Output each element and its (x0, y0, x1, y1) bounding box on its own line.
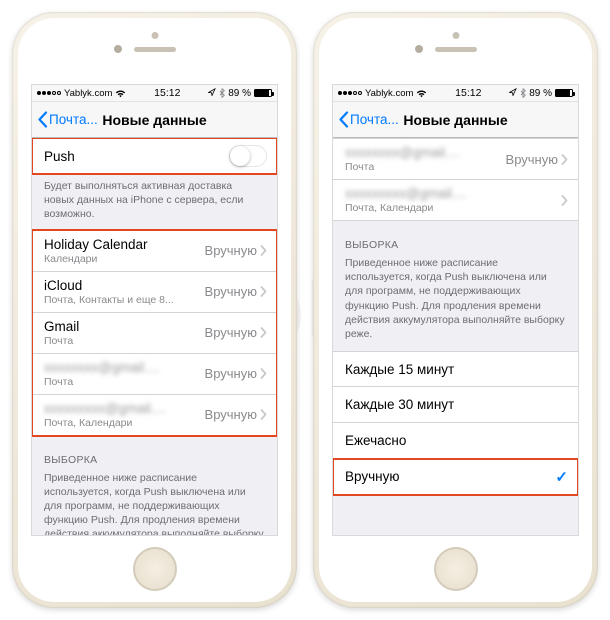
chevron-right-icon (260, 368, 267, 379)
fetch-option-label: Вручную (345, 469, 555, 484)
battery-percent: 89 % (228, 88, 251, 99)
push-cell[interactable]: Push (32, 138, 277, 174)
account-value: Вручную (205, 407, 257, 422)
account-title: xxxxxxxxx@gmail.... (345, 186, 558, 201)
account-value: Вручную (205, 325, 257, 340)
earpiece-speaker (435, 47, 477, 52)
account-title: xxxxxxxx@gmail.... (44, 360, 205, 375)
screen: Yablyk.com 15:12 89 % (31, 84, 278, 536)
account-row[interactable]: xxxxxxxxx@gmail.... Почта, Календари Вру… (32, 395, 277, 436)
carrier-label: Yablyk.com (64, 88, 112, 99)
fetch-header: ВЫБОРКА (32, 436, 277, 471)
signal-strength-icon (338, 91, 362, 95)
chevron-right-icon (260, 245, 267, 256)
battery-icon (555, 89, 573, 97)
account-sub: Почта, Контакты и еще 8... (44, 294, 205, 306)
account-sub: Почта (44, 335, 205, 347)
chevron-right-icon (260, 286, 267, 297)
front-camera (415, 45, 423, 53)
home-button[interactable] (434, 547, 478, 591)
bluetooth-icon (219, 88, 225, 98)
push-label: Push (44, 149, 229, 164)
wifi-icon (115, 89, 126, 98)
push-footer: Будет выполняться активная доставка новы… (32, 174, 277, 230)
checkmark-icon: ✓ (555, 468, 568, 486)
account-row[interactable]: xxxxxxxx@gmail.... Почта Вручную (32, 354, 277, 395)
earpiece-speaker (134, 47, 176, 52)
account-title: xxxxxxxx@gmail.... (345, 145, 506, 160)
clock: 15:12 (430, 87, 506, 99)
content-area: Push Будет выполняться активная доставка… (32, 138, 277, 535)
location-arrow-icon (208, 88, 216, 99)
fetch-option-selected[interactable]: Вручную ✓ (333, 459, 578, 495)
back-button[interactable]: Почта... (338, 111, 399, 128)
back-label: Почта... (350, 112, 399, 127)
chevron-right-icon (561, 195, 568, 206)
content-area: xxxxxxxx@gmail.... Почта Вручную xxxxxxx… (333, 138, 578, 535)
account-title: xxxxxxxxx@gmail.... (44, 401, 205, 416)
back-button[interactable]: Почта... (37, 111, 98, 128)
battery-icon (254, 89, 272, 97)
fetch-option[interactable]: Ежечасно (333, 423, 578, 459)
push-switch[interactable] (229, 145, 267, 167)
account-row[interactable]: xxxxxxxx@gmail.... Почта Вручную (333, 138, 578, 180)
back-label: Почта... (49, 112, 98, 127)
account-sub: Почта (345, 161, 506, 173)
fetch-option[interactable]: Каждые 15 минут (333, 351, 578, 387)
fetch-header: ВЫБОРКА (333, 221, 578, 256)
fetch-option-label: Ежечасно (345, 433, 406, 448)
fetch-footer: Приведенное ниже расписание используется… (32, 471, 277, 535)
clock: 15:12 (129, 87, 205, 99)
account-row[interactable]: Holiday Calendar Календари Вручную (32, 230, 277, 272)
account-sub: Календари (44, 253, 205, 265)
nav-bar: Почта... Новые данные (32, 102, 277, 138)
status-bar: Yablyk.com 15:12 89 % (333, 85, 578, 102)
phone-left: Yablyk.com 15:12 89 % (12, 12, 297, 608)
chevron-right-icon (260, 409, 267, 420)
account-sub: Почта, Календари (44, 417, 205, 429)
fetch-option[interactable]: Каждые 30 минут (333, 387, 578, 423)
account-value: Вручную (506, 152, 558, 167)
battery-percent: 89 % (529, 88, 552, 99)
fetch-footer: Приведенное ниже расписание используется… (333, 256, 578, 351)
carrier-label: Yablyk.com (365, 88, 413, 99)
chevron-right-icon (561, 154, 568, 165)
phone-right: Yablyk.com 15:12 89 % По (313, 12, 598, 608)
wifi-icon (416, 89, 427, 98)
account-row[interactable]: xxxxxxxxx@gmail.... Почта, Календари (333, 180, 578, 221)
proximity-sensor (151, 32, 158, 39)
accounts-group: Holiday Calendar Календари Вручную iClou… (32, 230, 277, 436)
account-title: iCloud (44, 278, 205, 293)
account-title: Holiday Calendar (44, 237, 205, 252)
account-row[interactable]: iCloud Почта, Контакты и еще 8... Вручну… (32, 272, 277, 313)
status-bar: Yablyk.com 15:12 89 % (32, 85, 277, 102)
account-value: Вручную (205, 243, 257, 258)
account-sub: Почта, Календари (345, 202, 558, 214)
account-value: Вручную (205, 284, 257, 299)
account-row[interactable]: Gmail Почта Вручную (32, 313, 277, 354)
home-button[interactable] (133, 547, 177, 591)
location-arrow-icon (509, 88, 517, 99)
account-value: Вручную (205, 366, 257, 381)
screen: Yablyk.com 15:12 89 % По (332, 84, 579, 536)
account-title: Gmail (44, 319, 205, 334)
fetch-option-label: Каждые 15 минут (345, 362, 454, 377)
account-sub: Почта (44, 376, 205, 388)
proximity-sensor (452, 32, 459, 39)
bluetooth-icon (520, 88, 526, 98)
fetch-option-label: Каждые 30 минут (345, 397, 454, 412)
nav-bar: Почта... Новые данные (333, 102, 578, 138)
chevron-right-icon (260, 327, 267, 338)
signal-strength-icon (37, 91, 61, 95)
front-camera (114, 45, 122, 53)
